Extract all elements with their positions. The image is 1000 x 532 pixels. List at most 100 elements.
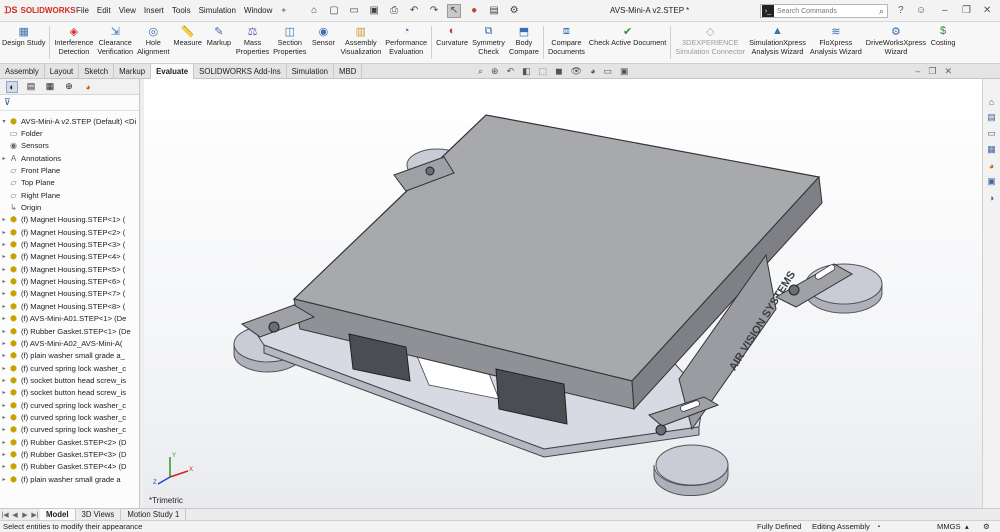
expand-icon[interactable]: ▸ <box>0 463 8 470</box>
tab-sketch[interactable]: Sketch <box>79 64 115 79</box>
search-input[interactable]: Search Commands <box>777 8 879 15</box>
solidworks-forum-icon[interactable]: ◑ <box>985 191 998 204</box>
tab-evaluate[interactable]: Evaluate <box>151 64 195 79</box>
tree-item[interactable]: ▸ ⬢ (f) AVS-Mini-A01.STEP<1> (De <box>0 313 139 325</box>
undo-icon[interactable]: ↶ <box>407 4 421 18</box>
collapse-icon[interactable]: ▾ <box>0 118 8 125</box>
tree-item[interactable]: ▸ ⬢ (f) Magnet Housing.STEP<5> ( <box>0 263 139 275</box>
zoom-area-icon[interactable]: ⊕ <box>491 66 499 77</box>
viewport-close-icon[interactable]: ✕ <box>944 66 952 77</box>
tree-item[interactable]: ▱ Right Plane <box>0 189 139 201</box>
expand-icon[interactable]: ▸ <box>0 439 8 446</box>
hole-alignment-button[interactable]: ◎ Hole Alignment <box>135 22 171 63</box>
appearances-icon[interactable]: ◕ <box>985 159 998 172</box>
graphics-area[interactable]: AIR VISION SYSTEMS Y X Z *Trimetric <box>144 79 982 508</box>
user-icon[interactable]: ☺ <box>916 5 926 16</box>
simulationxpress-button[interactable]: ▲ SimulationXpress Analysis Wizard <box>747 22 808 63</box>
floxpress-button[interactable]: ≋ FloXpress Analysis Wizard <box>808 22 864 63</box>
tree-item[interactable]: ▸ ⬢ (f) curved spring lock washer_c <box>0 424 139 436</box>
options-gear-icon[interactable]: ⚙ <box>507 4 521 18</box>
tree-item[interactable]: ▸ ⬢ (f) Magnet Housing.STEP<4> ( <box>0 251 139 263</box>
menu-edit[interactable]: Edit <box>97 6 111 15</box>
menu-window[interactable]: Window <box>244 6 272 15</box>
edit-appearance-icon[interactable]: ◕ <box>590 66 595 77</box>
tree-root[interactable]: ▾ ⬢ AVS-Mini-A v2.STEP (Default) <Di <box>0 115 139 127</box>
expand-icon[interactable]: ▸ <box>0 303 8 310</box>
tree-item[interactable]: ▸ ⬢ (f) socket button head screw_is <box>0 374 139 386</box>
expand-icon[interactable]: ▸ <box>0 451 8 458</box>
tree-item[interactable]: ▸ ⬢ (f) AVS-Mini-A02_AVS-Mini-A( <box>0 337 139 349</box>
tree-item[interactable]: ▸ ⬢ (f) Magnet Housing.STEP<8> ( <box>0 300 139 312</box>
tree-item[interactable]: ▸ ⬢ (f) curved spring lock washer_c <box>0 399 139 411</box>
tree-item[interactable]: ▸ ⬢ (f) curved spring lock washer_c <box>0 411 139 423</box>
dimxpert-tab-icon[interactable]: ⊕ <box>63 81 75 93</box>
tab-model[interactable]: Model <box>40 508 76 521</box>
menu-simulation[interactable]: Simulation <box>199 6 236 15</box>
configuration-manager-tab-icon[interactable]: ▦ <box>44 81 56 93</box>
sensor-button[interactable]: ◉ Sensor <box>308 22 338 63</box>
search-mode-icon[interactable]: ›_ <box>762 5 774 17</box>
tree-item[interactable]: ▸ ⬢ (f) Rubber Gasket.STEP<1> (De <box>0 325 139 337</box>
menu-view[interactable]: View <box>119 6 136 15</box>
tab-assembly[interactable]: Assembly <box>0 64 45 79</box>
tab-motion-study-1[interactable]: Motion Study 1 <box>121 508 187 521</box>
menu-file[interactable]: File <box>76 6 89 15</box>
body-compare-button[interactable]: ⬒ Body Compare <box>507 22 541 63</box>
section-properties-button[interactable]: ◫ Section Properties <box>271 22 308 63</box>
design-library-icon[interactable]: ▤ <box>985 111 998 124</box>
home-icon[interactable]: ⌂ <box>307 4 321 18</box>
measure-button[interactable]: 📏 Measure <box>172 22 204 63</box>
last-tab-icon[interactable]: ▶| <box>30 511 40 519</box>
tab-solidworks-add-ins[interactable]: SOLIDWORKS Add-Ins <box>194 64 287 79</box>
view-settings-icon[interactable]: ▣ <box>620 66 629 77</box>
solidworks-resources-icon[interactable]: ⌂ <box>985 95 998 108</box>
tree-item[interactable]: ▸ ⬢ (f) Rubber Gasket.STEP<3> (D <box>0 448 139 460</box>
section-view-icon[interactable]: ◧ <box>522 66 531 77</box>
tree-item[interactable]: ▸ ⬢ (f) socket button head screw_is <box>0 387 139 399</box>
viewport-restore-icon[interactable]: ❐ <box>928 66 936 77</box>
expand-icon[interactable]: ▸ <box>0 426 8 433</box>
first-tab-icon[interactable]: |◀ <box>0 511 10 519</box>
select-pointer-icon[interactable]: ↖ <box>447 3 462 18</box>
viewport-minimize-icon[interactable]: – <box>915 66 920 77</box>
clearance-verification-button[interactable]: ⇲ Clearance Verification <box>95 22 135 63</box>
tree-item[interactable]: ▭ Folder <box>0 127 139 139</box>
tree-filter-icon[interactable]: ⊽ <box>0 95 139 111</box>
pin-icon[interactable]: ✦ <box>280 6 287 15</box>
assembly-model-view[interactable]: AIR VISION SYSTEMS Y X Z *Trimetric <box>144 79 982 508</box>
menu-insert[interactable]: Insert <box>144 6 164 15</box>
tree-item[interactable]: ▸ ⬢ (f) curved spring lock washer_c <box>0 362 139 374</box>
expand-icon[interactable]: ▸ <box>0 402 8 409</box>
search-commands-box[interactable]: ›_ Search Commands ⌕ <box>760 4 888 18</box>
print-icon[interactable]: ⎙ <box>387 4 401 18</box>
tree-item[interactable]: ▸ ⬢ (f) plain washer small grade a_ <box>0 350 139 362</box>
costing-button[interactable]: $ Costing <box>928 22 958 63</box>
previous-view-icon[interactable]: ↶ <box>507 66 515 77</box>
tree-item[interactable]: ▸ ⬢ (f) Rubber Gasket.STEP<2> (D <box>0 436 139 448</box>
curvature-button[interactable]: ◐ Curvature <box>434 22 470 63</box>
tree-item[interactable]: ▸ ⬢ (f) Rubber Gasket.STEP<4> (D <box>0 461 139 473</box>
expand-icon[interactable]: ▸ <box>0 365 8 372</box>
tree-item[interactable]: ↳ Origin <box>0 201 139 213</box>
expand-icon[interactable]: ▸ <box>0 253 8 260</box>
view-orientation-icon[interactable]: ⬚ <box>539 66 548 77</box>
tab-mbd[interactable]: MBD <box>334 64 363 79</box>
zoom-to-fit-icon[interactable]: ⌕ <box>478 66 483 77</box>
expand-icon[interactable]: ▸ <box>0 241 8 248</box>
3dexperience-simulation-connector-button[interactable]: ◇ 3DEXPERIENCE Simulation Connector <box>673 22 747 63</box>
next-tab-icon[interactable]: ▶ <box>20 511 30 519</box>
compare-documents-button[interactable]: ⧈ Compare Documents <box>546 22 587 63</box>
expand-icon[interactable]: ▸ <box>0 328 8 335</box>
expand-icon[interactable]: ▸ <box>0 377 8 384</box>
display-style-icon[interactable]: ◼ <box>555 66 562 77</box>
new-document-icon[interactable]: ▢ <box>327 4 341 18</box>
tree-item[interactable]: ▸ ⬢ (f) plain washer small grade a <box>0 473 139 485</box>
units-selector[interactable]: MMGS <box>937 522 961 531</box>
maximize-icon[interactable]: ❐ <box>962 5 971 16</box>
tab-3d-views[interactable]: 3D Views <box>76 508 122 521</box>
units-dropdown-icon[interactable]: ▴ <box>965 522 969 531</box>
search-icon[interactable]: ⌕ <box>879 6 884 17</box>
status-settings-icon[interactable]: ⚙ <box>983 522 990 531</box>
expand-icon[interactable]: ▸ <box>0 266 8 273</box>
markup-button[interactable]: ✎ Markup <box>204 22 234 63</box>
